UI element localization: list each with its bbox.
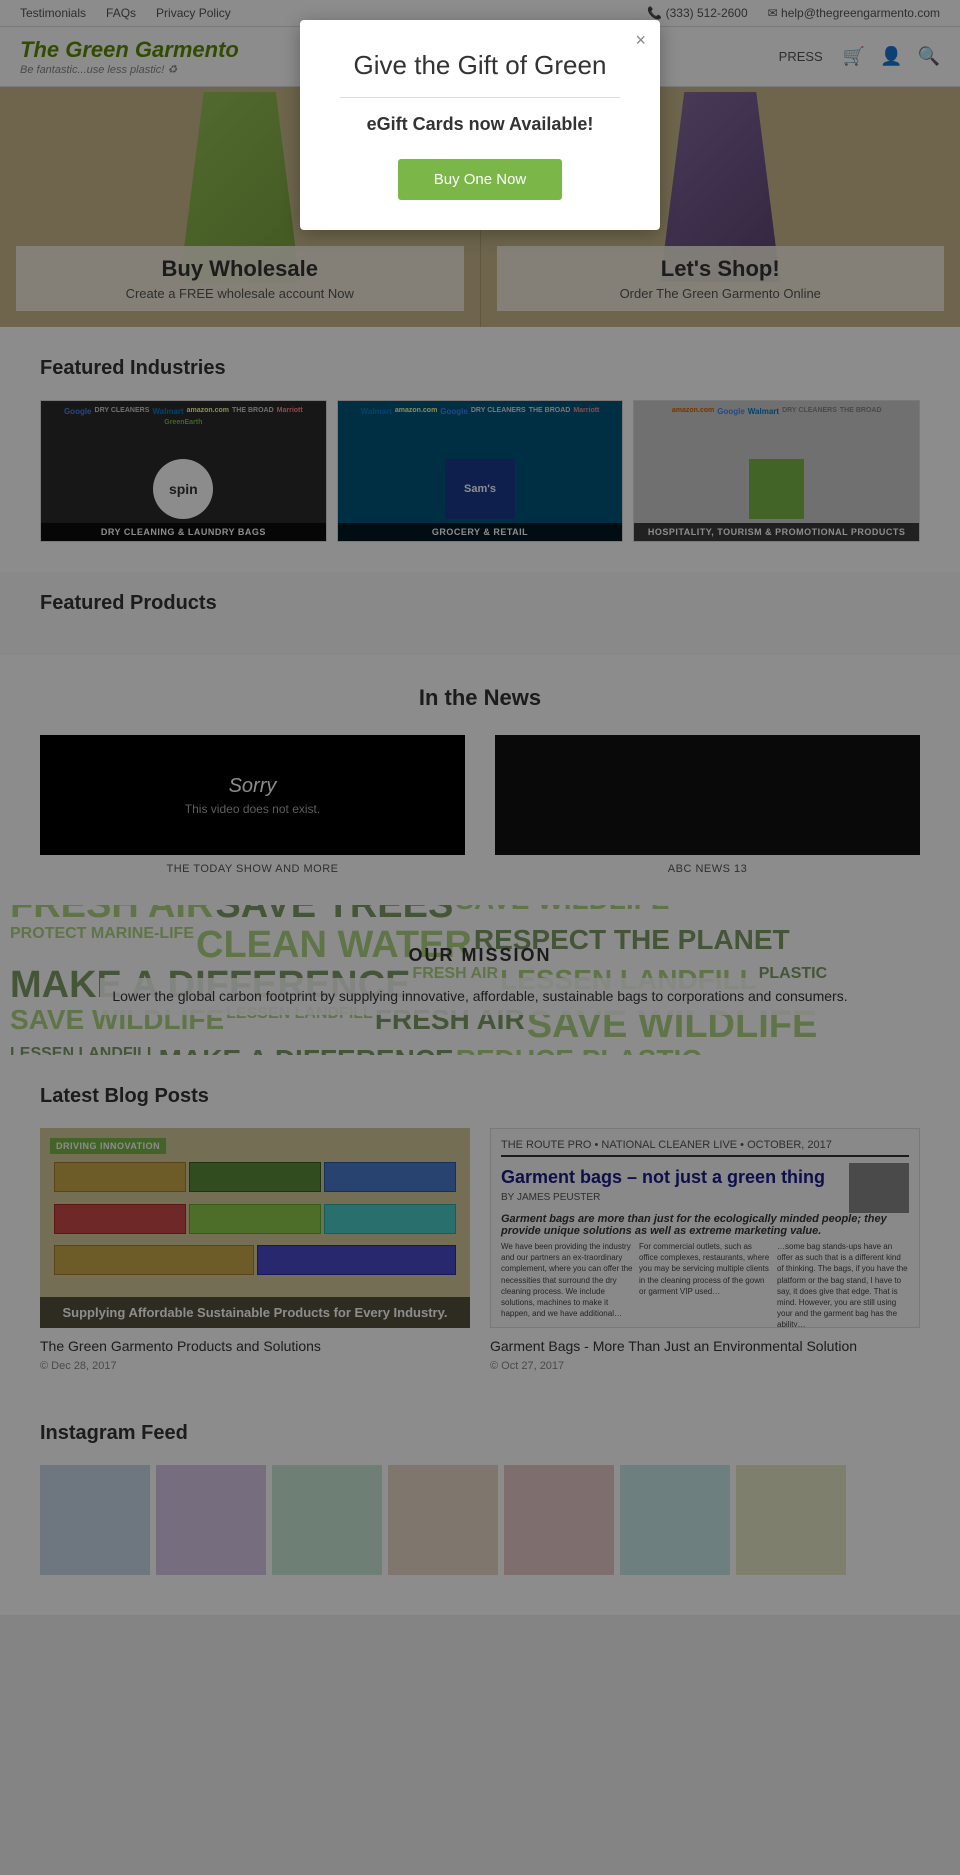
- modal-subtitle: eGift Cards now Available!: [340, 114, 620, 135]
- modal-close-button[interactable]: ×: [635, 30, 646, 51]
- modal-dialog: × Give the Gift of Green eGift Cards now…: [300, 20, 660, 230]
- modal-title: Give the Gift of Green: [340, 50, 620, 81]
- buy-one-now-button[interactable]: Buy One Now: [398, 159, 563, 200]
- modal-overlay[interactable]: × Give the Gift of Green eGift Cards now…: [0, 0, 960, 1875]
- modal-divider: [340, 97, 620, 98]
